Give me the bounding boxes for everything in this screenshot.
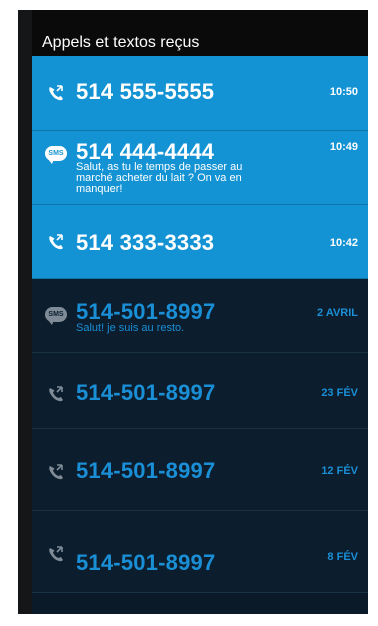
message-line: Salut! je suis au resto. bbox=[76, 322, 185, 334]
phone-icon bbox=[44, 462, 68, 482]
message-line: manquer! bbox=[76, 183, 123, 195]
received-time: 10:50 bbox=[329, 86, 358, 98]
caller-number: 514 555-5555 bbox=[76, 79, 215, 104]
sms-icon: SMS bbox=[44, 143, 68, 164]
list-item-call[interactable]: 514-501-8997 23 FÉV bbox=[32, 353, 368, 429]
received-date: 2 AVRIL bbox=[317, 307, 358, 319]
phone-screen: Appels et textos reçus 514 555-5555 10:5… bbox=[18, 10, 368, 614]
phone-icon bbox=[44, 544, 68, 564]
message-preview: Salut! je suis au resto. bbox=[76, 323, 291, 334]
sms-icon-label: SMS bbox=[45, 145, 67, 164]
phone-icon bbox=[44, 232, 68, 252]
caller-number: 514-501-8997 bbox=[76, 380, 216, 405]
list-item-call[interactable]: 514 555-5555 10:50 bbox=[32, 56, 368, 131]
sms-icon-label: SMS bbox=[45, 306, 67, 325]
caller-number: 514 333-3333 bbox=[76, 230, 215, 255]
phone-icon bbox=[44, 83, 68, 103]
received-time: 10:42 bbox=[329, 237, 358, 249]
caller-number: 514-501-8997 bbox=[76, 458, 216, 483]
list-item-sms[interactable]: SMS 514-501-8997 2 AVRIL Salut! je suis … bbox=[32, 279, 368, 353]
list-item-call[interactable]: 514-501-8997 12 FÉV bbox=[32, 429, 368, 511]
page-title: Appels et textos reçus bbox=[42, 34, 200, 51]
received-time: 10:49 bbox=[329, 141, 358, 153]
sms-icon: SMS bbox=[44, 304, 68, 325]
header-bar: Appels et textos reçus bbox=[32, 10, 368, 56]
list-item-call[interactable]: 514 333-3333 10:42 bbox=[32, 205, 368, 279]
list-item-sms[interactable]: SMS 514 444-4444 10:49 Salut, as tu le t… bbox=[32, 131, 368, 205]
received-date: 23 FÉV bbox=[321, 387, 358, 399]
caller-number: 514-501-8997 bbox=[76, 550, 216, 575]
call-sms-list: 514 555-5555 10:50 SMS 514 444-4444 10:4… bbox=[32, 56, 368, 614]
received-date: 8 FÉV bbox=[327, 551, 358, 563]
received-date: 12 FÉV bbox=[321, 465, 358, 477]
message-preview: Salut, as tu le temps de passer au march… bbox=[76, 162, 291, 195]
phone-icon bbox=[44, 384, 68, 404]
list-item-call[interactable]: 514-501-8997 8 FÉV bbox=[32, 511, 368, 593]
